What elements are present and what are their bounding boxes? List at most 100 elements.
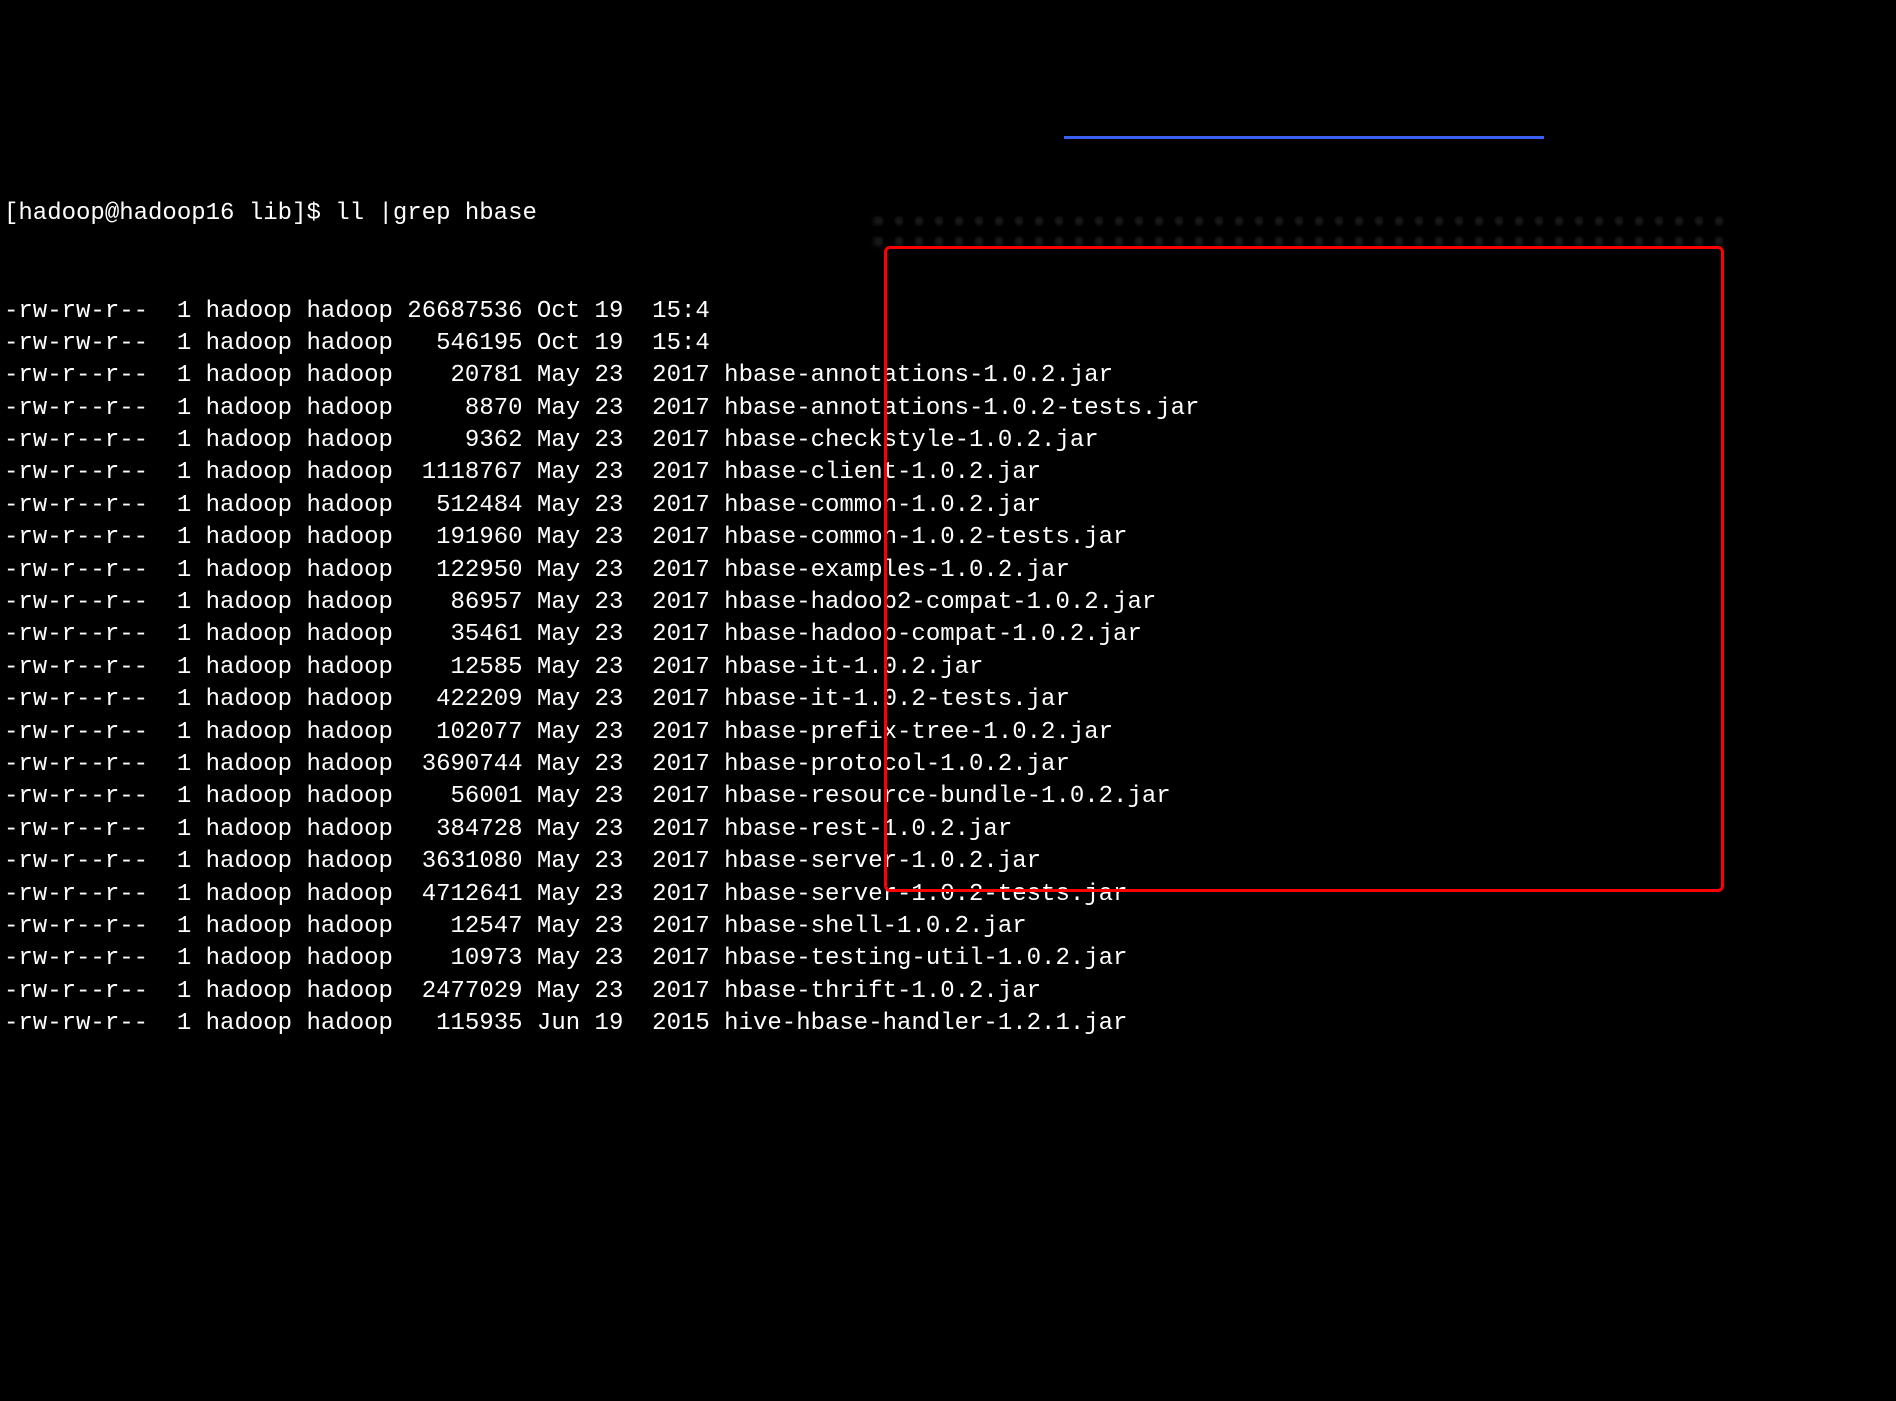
file-group: hadoop bbox=[292, 783, 393, 810]
file-name: hbase-thrift-1.0.2.jar bbox=[710, 978, 1041, 1005]
file-time: 2017 bbox=[623, 589, 709, 616]
file-day: 23 bbox=[580, 427, 623, 454]
file-permissions: -rw-r--r-- bbox=[4, 427, 148, 454]
file-month: May bbox=[523, 848, 581, 875]
file-time: 2017 bbox=[623, 557, 709, 584]
file-row: -rw-r--r-- 1 hadoop hadoop 3690744 May 2… bbox=[4, 749, 1892, 781]
file-permissions: -rw-rw-r-- bbox=[4, 1010, 148, 1037]
file-day: 23 bbox=[580, 524, 623, 551]
file-row: -rw-r--r-- 1 hadoop hadoop 86957 May 23 … bbox=[4, 587, 1892, 619]
file-group: hadoop bbox=[292, 719, 393, 746]
file-group: hadoop bbox=[292, 686, 393, 713]
file-permissions: -rw-r--r-- bbox=[4, 816, 148, 843]
file-day: 23 bbox=[580, 751, 623, 778]
file-month: May bbox=[523, 524, 581, 551]
file-day: 19 bbox=[580, 330, 623, 357]
file-row: -rw-r--r-- 1 hadoop hadoop 8870 May 23 2… bbox=[4, 393, 1892, 425]
file-size: 2477029 bbox=[393, 978, 523, 1005]
file-size: 8870 bbox=[393, 395, 523, 422]
file-row: -rw-r--r-- 1 hadoop hadoop 12547 May 23 … bbox=[4, 911, 1892, 943]
file-size: 191960 bbox=[393, 524, 523, 551]
file-links: 1 bbox=[148, 427, 191, 454]
file-permissions: -rw-r--r-- bbox=[4, 621, 148, 648]
file-owner: hadoop bbox=[191, 848, 292, 875]
file-owner: hadoop bbox=[191, 783, 292, 810]
file-group: hadoop bbox=[292, 751, 393, 778]
file-day: 23 bbox=[580, 816, 623, 843]
file-row: -rw-r--r-- 1 hadoop hadoop 20781 May 23 … bbox=[4, 360, 1892, 392]
file-month: May bbox=[523, 686, 581, 713]
file-month: May bbox=[523, 783, 581, 810]
file-owner: hadoop bbox=[191, 459, 292, 486]
file-size: 20781 bbox=[393, 362, 523, 389]
file-owner: hadoop bbox=[191, 686, 292, 713]
file-links: 1 bbox=[148, 719, 191, 746]
file-day: 23 bbox=[580, 881, 623, 908]
file-permissions: -rw-rw-r-- bbox=[4, 330, 148, 357]
terminal-output: [hadoop@hadoop16 lib]$ ll |grep hbase -r… bbox=[4, 134, 1892, 1235]
file-size: 86957 bbox=[393, 589, 523, 616]
file-owner: hadoop bbox=[191, 719, 292, 746]
file-permissions: -rw-r--r-- bbox=[4, 589, 148, 616]
file-links: 1 bbox=[148, 589, 191, 616]
file-owner: hadoop bbox=[191, 524, 292, 551]
file-month: May bbox=[523, 589, 581, 616]
file-permissions: -rw-r--r-- bbox=[4, 492, 148, 519]
file-group: hadoop bbox=[292, 459, 393, 486]
file-size: 10973 bbox=[393, 945, 523, 972]
file-day: 23 bbox=[580, 362, 623, 389]
file-row: -rw-rw-r-- 1 hadoop hadoop 26687536 Oct … bbox=[4, 296, 1892, 328]
file-time: 2017 bbox=[623, 621, 709, 648]
file-size: 115935 bbox=[393, 1010, 523, 1037]
file-permissions: -rw-r--r-- bbox=[4, 395, 148, 422]
file-size: 56001 bbox=[393, 783, 523, 810]
file-name: hbase-it-1.0.2.jar bbox=[710, 654, 984, 681]
file-month: May bbox=[523, 654, 581, 681]
file-group: hadoop bbox=[292, 881, 393, 908]
file-row: -rw-r--r-- 1 hadoop hadoop 12585 May 23 … bbox=[4, 652, 1892, 684]
file-size: 546195 bbox=[393, 330, 523, 357]
file-size: 3631080 bbox=[393, 848, 523, 875]
file-permissions: -rw-r--r-- bbox=[4, 654, 148, 681]
file-row: -rw-r--r-- 1 hadoop hadoop 10973 May 23 … bbox=[4, 943, 1892, 975]
file-owner: hadoop bbox=[191, 881, 292, 908]
file-permissions: -rw-r--r-- bbox=[4, 945, 148, 972]
file-time: 2017 bbox=[623, 492, 709, 519]
file-day: 23 bbox=[580, 945, 623, 972]
file-group: hadoop bbox=[292, 945, 393, 972]
file-links: 1 bbox=[148, 945, 191, 972]
file-name bbox=[710, 298, 724, 325]
file-name bbox=[710, 330, 724, 357]
file-links: 1 bbox=[148, 459, 191, 486]
file-month: May bbox=[523, 978, 581, 1005]
file-name: hbase-hadoop-compat-1.0.2.jar bbox=[710, 621, 1142, 648]
file-group: hadoop bbox=[292, 621, 393, 648]
file-links: 1 bbox=[148, 524, 191, 551]
file-month: May bbox=[523, 427, 581, 454]
file-month: May bbox=[523, 816, 581, 843]
file-row: -rw-rw-r-- 1 hadoop hadoop 115935 Jun 19… bbox=[4, 1008, 1892, 1040]
file-name: hbase-annotations-1.0.2.jar bbox=[710, 362, 1113, 389]
file-size: 35461 bbox=[393, 621, 523, 648]
file-name: hbase-server-1.0.2.jar bbox=[710, 848, 1041, 875]
file-owner: hadoop bbox=[191, 816, 292, 843]
file-name: hbase-hadoop2-compat-1.0.2.jar bbox=[710, 589, 1156, 616]
file-links: 1 bbox=[148, 654, 191, 681]
file-owner: hadoop bbox=[191, 654, 292, 681]
file-time: 2017 bbox=[623, 686, 709, 713]
file-row: -rw-r--r-- 1 hadoop hadoop 4712641 May 2… bbox=[4, 879, 1892, 911]
file-group: hadoop bbox=[292, 913, 393, 940]
file-links: 1 bbox=[148, 298, 191, 325]
file-time: 2017 bbox=[623, 945, 709, 972]
file-group: hadoop bbox=[292, 362, 393, 389]
file-row: -rw-r--r-- 1 hadoop hadoop 512484 May 23… bbox=[4, 490, 1892, 522]
file-time: 2017 bbox=[623, 881, 709, 908]
file-row: -rw-r--r-- 1 hadoop hadoop 2477029 May 2… bbox=[4, 976, 1892, 1008]
file-row: -rw-r--r-- 1 hadoop hadoop 35461 May 23 … bbox=[4, 619, 1892, 651]
file-group: hadoop bbox=[292, 654, 393, 681]
file-permissions: -rw-r--r-- bbox=[4, 848, 148, 875]
file-month: Jun bbox=[523, 1010, 581, 1037]
file-row: -rw-r--r-- 1 hadoop hadoop 422209 May 23… bbox=[4, 684, 1892, 716]
file-day: 23 bbox=[580, 459, 623, 486]
file-group: hadoop bbox=[292, 978, 393, 1005]
